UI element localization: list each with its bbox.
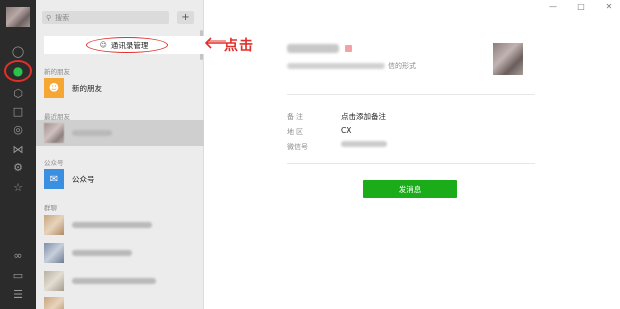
contacts-manager-icon: ☺ <box>99 41 107 49</box>
list-item-group[interactable] <box>36 268 204 294</box>
contacts-manager-label: 通讯录管理 <box>110 40 149 50</box>
group-avatar <box>44 215 64 235</box>
list-item-official-accounts[interactable]: ✉ 公众号 <box>36 166 204 192</box>
list-item-new-friends[interactable]: ☻ 新的朋友 <box>36 75 204 101</box>
gear-icon[interactable]: ⚙ <box>10 160 26 174</box>
region-value: CX <box>341 126 352 135</box>
contact-list-panel: ⚲ 搜索 + ☺ 通讯录管理 新的朋友 ☻ 新的朋友 最近朋友 公众号 ✉ 公众… <box>36 0 204 309</box>
wechat-id-label: 微信号 <box>287 143 308 151</box>
maximize-icon[interactable]: □ <box>576 2 586 11</box>
add-button[interactable]: + <box>177 11 194 24</box>
menu-icon[interactable]: ☰ <box>10 287 26 301</box>
list-item-group[interactable] <box>36 294 204 309</box>
contact-avatar <box>44 123 64 143</box>
list-item-label: 新的朋友 <box>72 83 102 93</box>
search-input[interactable]: 搜索 <box>55 13 69 23</box>
remark-value[interactable]: 点击添加备注 <box>341 111 386 122</box>
group-name-redacted <box>72 250 132 256</box>
list-item-label: 公众号 <box>72 174 95 184</box>
official-account-icon: ✉ <box>44 169 64 189</box>
nav-rail: ◯ ● ⬡ □ ◎ ⋈ ⚙ ☆ ∞ ▭ ☰ <box>0 0 36 309</box>
signature-redacted <box>287 63 385 69</box>
remark-label: 备注 <box>287 113 305 121</box>
contacts-icon[interactable]: ● <box>10 64 26 78</box>
contact-name-redacted <box>287 44 339 53</box>
group-avatar <box>44 297 64 309</box>
contact-avatar-large[interactable] <box>493 43 523 75</box>
signature-text: 信的形式 <box>388 62 416 70</box>
send-message-button[interactable]: 发消息 <box>363 180 457 198</box>
search-icon: ⚲ <box>46 13 52 22</box>
user-avatar[interactable] <box>6 7 30 27</box>
contacts-manager-button[interactable]: ☺ 通讯录管理 <box>44 36 204 54</box>
region-label: 地区 <box>287 128 305 136</box>
annotation-text: 点击 <box>224 38 254 54</box>
contact-name-redacted <box>72 130 112 136</box>
link-icon[interactable]: ∞ <box>10 248 26 262</box>
section-group: 群聊 <box>44 204 57 212</box>
list-item-selected-contact[interactable] <box>36 120 204 146</box>
gender-icon <box>345 45 352 52</box>
search-box[interactable]: ⚲ 搜索 <box>42 11 169 24</box>
person-add-icon: ☻ <box>44 78 64 98</box>
cube-icon[interactable]: ⬡ <box>10 86 26 100</box>
group-avatar <box>44 243 64 263</box>
close-icon[interactable]: ✕ <box>604 2 614 11</box>
group-name-redacted <box>72 222 152 228</box>
divider <box>287 94 535 95</box>
minimize-icon[interactable]: — <box>548 2 558 11</box>
list-item-group[interactable] <box>36 212 204 238</box>
phone-icon[interactable]: ▭ <box>10 268 26 282</box>
folder-icon[interactable]: □ <box>10 104 26 118</box>
group-name-redacted <box>72 278 156 284</box>
wechat-id-redacted <box>341 141 387 147</box>
group-avatar <box>44 271 64 291</box>
butterfly-icon[interactable]: ⋈ <box>10 142 26 156</box>
list-item-group[interactable] <box>36 240 204 266</box>
star-icon[interactable]: ☆ <box>10 180 26 194</box>
chat-icon[interactable]: ◯ <box>10 44 26 58</box>
divider <box>287 163 535 164</box>
eye-icon[interactable]: ◎ <box>10 122 26 136</box>
